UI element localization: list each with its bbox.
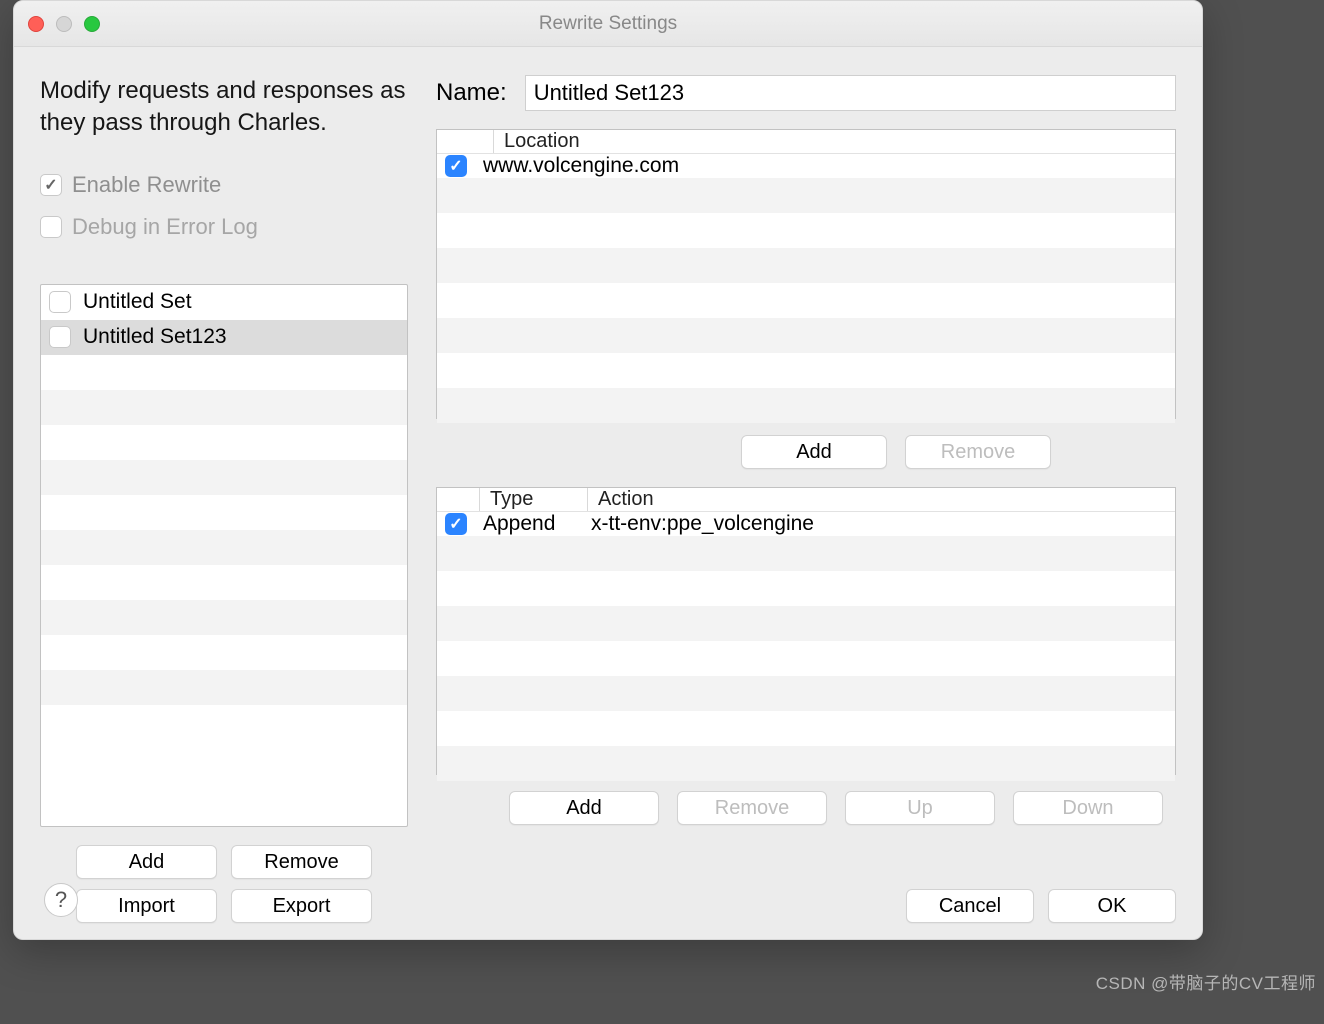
sets-import-button[interactable]: Import [76, 889, 217, 923]
sets-export-button[interactable]: Export [231, 889, 372, 923]
enable-rewrite-label: Enable Rewrite [72, 172, 221, 198]
set-row-checkbox[interactable] [49, 291, 71, 313]
titlebar: Rewrite Settings [14, 1, 1202, 47]
set-row[interactable]: Untitled Set123 [41, 320, 407, 355]
actions-remove-button[interactable]: Remove [677, 791, 827, 825]
actions-add-button[interactable]: Add [509, 791, 659, 825]
enable-rewrite-checkbox[interactable] [40, 174, 62, 196]
window-controls [28, 16, 100, 32]
locations-remove-button[interactable]: Remove [905, 435, 1051, 469]
actions-header-action[interactable]: Action [587, 488, 1175, 511]
debug-log-checkbox[interactable] [40, 216, 62, 238]
locations-add-button[interactable]: Add [741, 435, 887, 469]
minimize-icon [56, 16, 72, 32]
window-title: Rewrite Settings [14, 13, 1202, 35]
left-pane: Modify requests and responses as they pa… [40, 75, 408, 923]
name-label: Name: [436, 79, 507, 107]
sets-add-button[interactable]: Add [76, 845, 217, 879]
sets-remove-button[interactable]: Remove [231, 845, 372, 879]
location-row-value: www.volcengine.com [483, 154, 679, 178]
actions-down-button[interactable]: Down [1013, 791, 1163, 825]
action-row-checkbox[interactable] [445, 513, 467, 535]
set-row[interactable]: Untitled Set [41, 285, 407, 320]
set-row-checkbox[interactable] [49, 326, 71, 348]
actions-table[interactable]: Type Action Append x-tt-env:ppe_volcengi… [436, 487, 1176, 775]
sets-list[interactable]: Untitled Set Untitled Set123 [40, 284, 408, 827]
action-row-value: x-tt-env:ppe_volcengine [591, 512, 814, 536]
set-row-label: Untitled Set123 [83, 325, 227, 349]
locations-header[interactable]: Location [493, 130, 1175, 153]
zoom-icon[interactable] [84, 16, 100, 32]
ok-button[interactable]: OK [1048, 889, 1176, 923]
debug-log-option[interactable]: Debug in Error Log [40, 214, 408, 240]
sets-list-empty-area [41, 355, 407, 826]
location-row[interactable]: www.volcengine.com [437, 154, 1175, 178]
set-row-label: Untitled Set [83, 290, 192, 314]
debug-log-label: Debug in Error Log [72, 214, 258, 240]
actions-up-button[interactable]: Up [845, 791, 995, 825]
watermark: CSDN @带脑子的CV工程师 [1096, 969, 1316, 994]
rewrite-settings-dialog: Rewrite Settings Modify requests and res… [13, 0, 1203, 940]
right-pane: Name: Location www.volcengine.com [436, 75, 1176, 923]
name-input[interactable] [525, 75, 1176, 111]
action-row-type: Append [483, 512, 591, 536]
close-icon[interactable] [28, 16, 44, 32]
cancel-button[interactable]: Cancel [906, 889, 1034, 923]
enable-rewrite-option[interactable]: Enable Rewrite [40, 172, 408, 198]
actions-header-type[interactable]: Type [479, 488, 587, 511]
locations-table[interactable]: Location www.volcengine.com [436, 129, 1176, 419]
location-row-checkbox[interactable] [445, 155, 467, 177]
action-row[interactable]: Append x-tt-env:ppe_volcengine [437, 512, 1175, 536]
help-button[interactable]: ? [44, 883, 78, 917]
dialog-description: Modify requests and responses as they pa… [40, 75, 408, 140]
